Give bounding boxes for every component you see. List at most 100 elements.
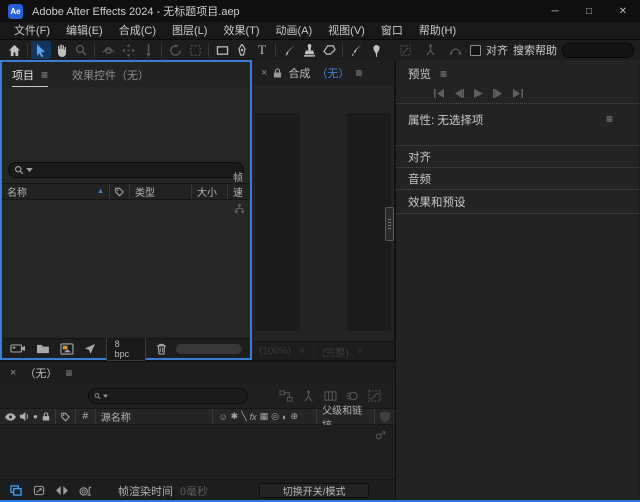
menu-view[interactable]: 视图(V) xyxy=(320,22,373,40)
first-frame-icon[interactable] xyxy=(434,89,444,98)
text-tool-button[interactable]: T xyxy=(252,41,272,59)
transfer-controls-pane-toggle[interactable] xyxy=(31,483,47,498)
panel-menu-icon[interactable]: ≡ xyxy=(65,366,72,380)
panel-menu-icon[interactable]: ≡ xyxy=(355,66,362,80)
last-frame-icon[interactable] xyxy=(513,89,523,98)
home-tool-button[interactable] xyxy=(4,41,24,59)
magnification-dropdown[interactable]: (100%) ˅ xyxy=(259,346,314,357)
trash-icon[interactable] xyxy=(156,343,167,355)
project-search-field[interactable] xyxy=(8,162,244,178)
resolution-dropdown[interactable]: (完整) ˅ xyxy=(322,344,371,359)
shy-layers-icon[interactable] xyxy=(302,390,315,402)
layer-switches-pane-toggle[interactable] xyxy=(8,483,24,498)
close-tab-icon[interactable]: × xyxy=(261,67,267,79)
panel-menu-icon[interactable]: ≡ xyxy=(440,67,447,81)
maximize-button[interactable]: □ xyxy=(572,0,606,22)
close-button[interactable]: ✕ xyxy=(606,0,640,22)
project-settings-icon[interactable] xyxy=(84,343,96,355)
layer-number-column[interactable]: # xyxy=(76,409,96,424)
interpret-footage-icon[interactable] xyxy=(10,343,26,354)
rectangle-tool-button[interactable] xyxy=(212,41,232,59)
tab-project[interactable]: 项目 ≡ xyxy=(12,63,48,87)
menu-composition[interactable]: 合成(C) xyxy=(111,22,164,40)
align-panel[interactable]: 对齐 xyxy=(396,146,639,168)
menu-animation[interactable]: 动画(A) xyxy=(268,22,321,40)
column-framerate[interactable]: 帧速率 xyxy=(228,184,250,199)
column-size[interactable]: 大小 xyxy=(192,184,228,199)
adjustment-layer-switch-icon[interactable]: ◐ xyxy=(282,412,287,422)
dolly-camera-tool-button[interactable] xyxy=(138,41,158,59)
preview-panel-title[interactable]: 预览 xyxy=(408,66,431,82)
eye-icon[interactable] xyxy=(5,413,16,421)
menu-edit[interactable]: 编辑(E) xyxy=(58,22,111,40)
previous-frame-icon[interactable] xyxy=(454,89,464,98)
close-tab-icon[interactable]: × xyxy=(10,367,16,379)
color-depth-button[interactable]: 8 bpc xyxy=(106,337,146,361)
render-time-pane-toggle[interactable] xyxy=(77,483,93,498)
tab-composition-label[interactable]: 合成 xyxy=(288,65,310,81)
motion-blur-switch-icon[interactable]: ◎ xyxy=(271,411,279,422)
timeline-tab-none-label[interactable]: （无） xyxy=(24,365,57,381)
toggle-switches-modes-button[interactable]: 切换开关/模式 xyxy=(259,483,369,498)
project-search-input[interactable] xyxy=(35,165,238,176)
menu-layer[interactable]: 图层(L) xyxy=(164,22,215,40)
in-out-pane-toggle[interactable] xyxy=(54,483,70,498)
label-column[interactable] xyxy=(56,409,76,424)
brush-tool-button[interactable] xyxy=(279,41,299,59)
graph-editor-icon[interactable] xyxy=(368,390,381,402)
properties-panel-title[interactable]: 属性: 无选择项 xyxy=(408,112,483,128)
comp-flowchart-icon[interactable] xyxy=(279,390,293,402)
parent-link-column[interactable]: 父级和链接 xyxy=(317,409,375,424)
play-icon[interactable] xyxy=(474,89,483,98)
pan-camera-tool-button[interactable] xyxy=(118,41,138,59)
project-items-list[interactable] xyxy=(2,200,250,338)
selection-tool-button[interactable] xyxy=(31,41,51,59)
zoom-tool-button[interactable] xyxy=(71,41,91,59)
audio-speaker-icon[interactable] xyxy=(20,412,29,421)
convert-vertex-tool-button[interactable] xyxy=(445,41,465,59)
help-search-input[interactable] xyxy=(562,43,634,58)
panel-menu-icon[interactable]: ≡ xyxy=(41,68,48,82)
mask-feather-tool-button[interactable] xyxy=(395,41,415,59)
roto-brush-tool-button[interactable] xyxy=(346,41,366,59)
column-type[interactable]: 类型 xyxy=(130,184,192,199)
shy-switch-icon[interactable]: ☺ xyxy=(218,412,227,422)
clone-stamp-tool-button[interactable] xyxy=(299,41,319,59)
panel-menu-icon[interactable]: ≡ xyxy=(606,112,613,126)
timeline-layers-area[interactable] xyxy=(0,425,395,479)
minimize-button[interactable]: ─ xyxy=(538,0,572,22)
menu-window[interactable]: 窗口 xyxy=(373,22,411,40)
collapse-transformations-icon[interactable]: ✱ xyxy=(231,411,239,422)
hand-tool-button[interactable] xyxy=(51,41,71,59)
audio-panel[interactable]: 音频 xyxy=(396,168,639,190)
search-options-caret-icon[interactable] xyxy=(26,168,33,173)
panel-divider-grip[interactable] xyxy=(385,207,394,241)
column-label-color[interactable] xyxy=(110,184,130,199)
frame-blend-switch-icon[interactable]: ▦ xyxy=(260,411,269,422)
composition-viewer[interactable] xyxy=(253,85,394,341)
source-name-column[interactable]: 源名称 xyxy=(96,409,214,424)
new-composition-icon[interactable] xyxy=(60,343,74,355)
column-name[interactable]: 名称 ▲ xyxy=(2,184,110,199)
lock-icon[interactable] xyxy=(273,68,282,78)
menu-file[interactable]: 文件(F) xyxy=(6,22,58,40)
motion-blur-icon[interactable] xyxy=(346,390,359,402)
timeline-search-field[interactable] xyxy=(88,388,248,404)
pen-tool-button[interactable] xyxy=(232,41,252,59)
new-folder-icon[interactable] xyxy=(36,343,50,354)
puppet-pin-tool-button[interactable] xyxy=(366,41,386,59)
frame-blending-icon[interactable] xyxy=(324,390,337,402)
free-transform-tool-button[interactable] xyxy=(185,41,205,59)
search-options-caret-icon[interactable] xyxy=(103,394,108,399)
rotation-tool-button[interactable] xyxy=(165,41,185,59)
effects-switch-icon[interactable]: fx xyxy=(250,412,257,422)
snapping-checkbox[interactable] xyxy=(470,45,481,56)
tab-effect-controls[interactable]: 效果控件（无） xyxy=(72,67,149,83)
3d-layer-switch-icon[interactable]: ⊕ xyxy=(290,411,298,422)
solo-icon[interactable]: ● xyxy=(33,412,38,421)
effects-presets-panel[interactable]: 效果和预设 xyxy=(396,190,639,214)
horizontal-scrollbar-thumb[interactable] xyxy=(176,344,242,354)
lock-icon[interactable] xyxy=(42,412,50,421)
shape-vertex-tool-button[interactable] xyxy=(420,41,440,59)
menu-effect[interactable]: 效果(T) xyxy=(215,22,267,40)
